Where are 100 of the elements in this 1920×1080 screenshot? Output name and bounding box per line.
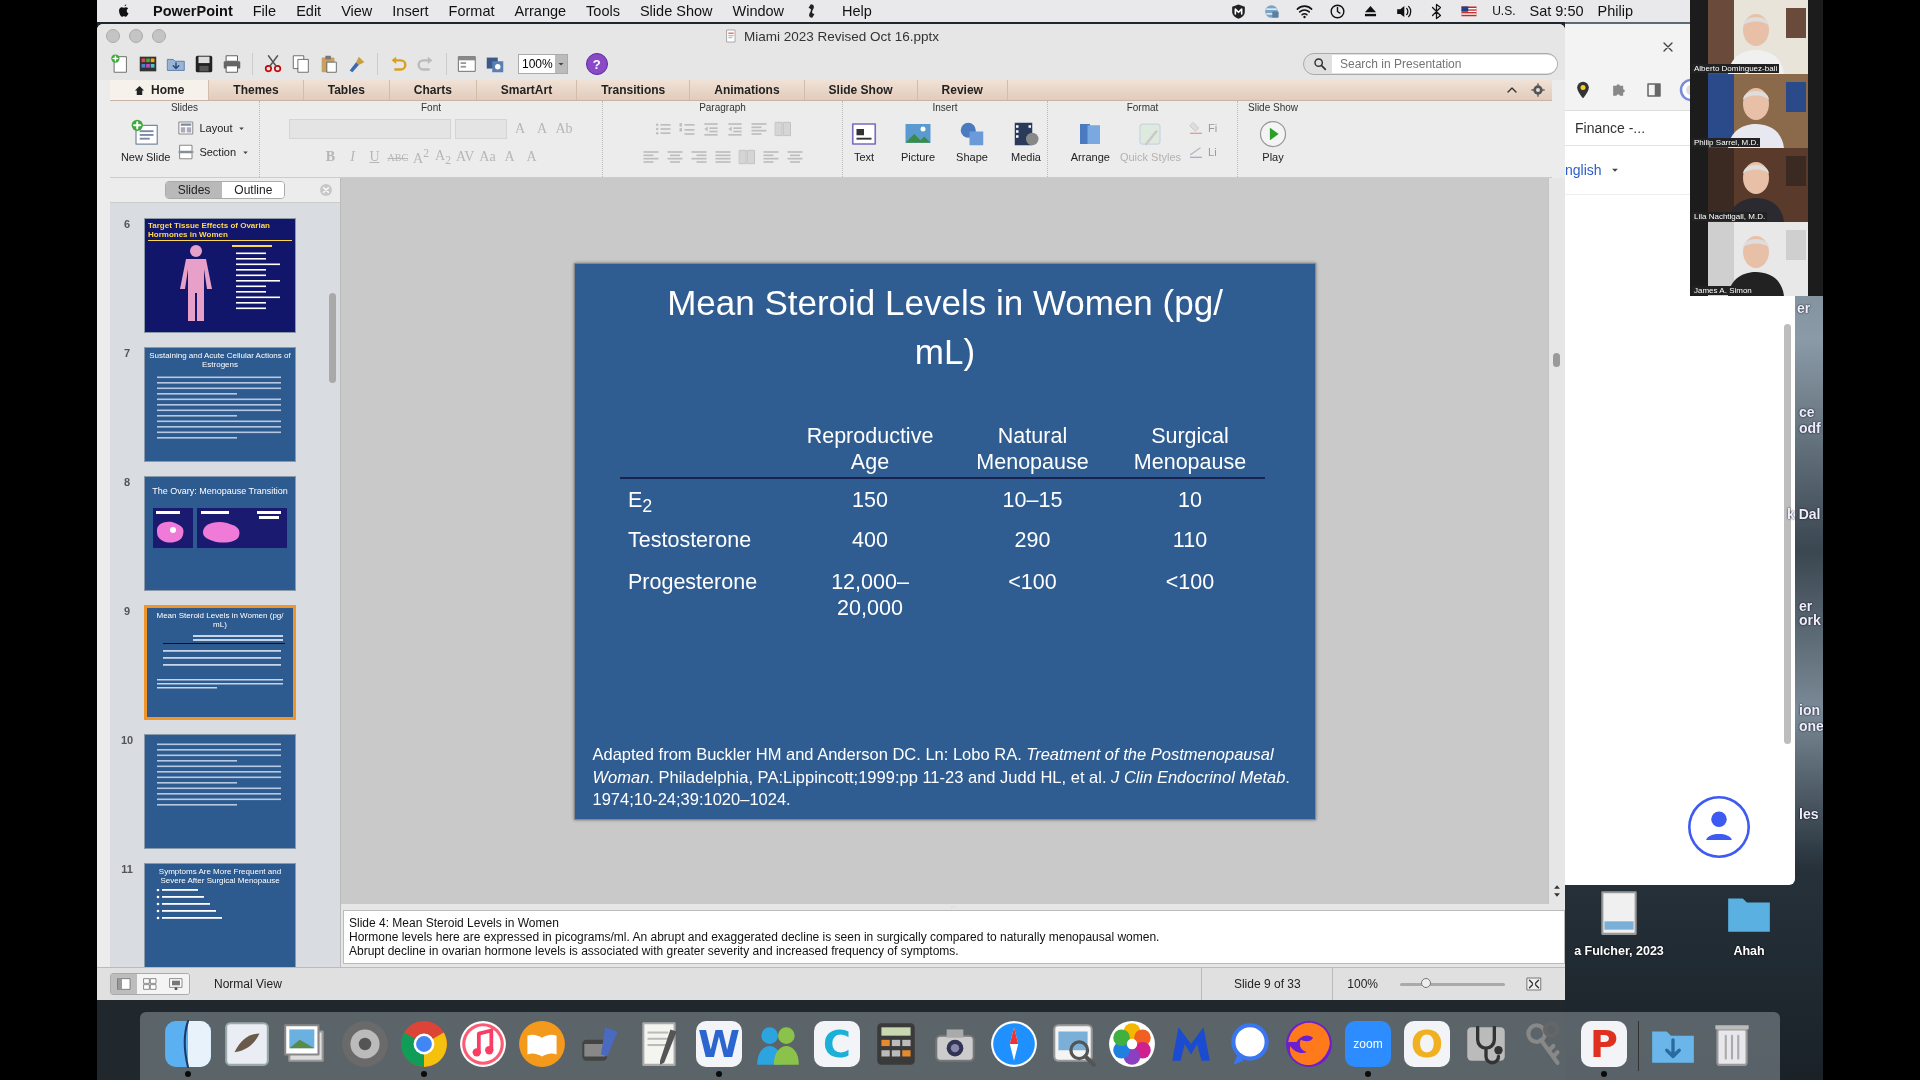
participant-name: James A. Simon [1692, 286, 1754, 295]
table-cell-text: 12,000–20,000 [830, 568, 910, 621]
desktop-label: er [1797, 300, 1811, 316]
slide-thumbnail[interactable]: The Ovary: Menopause Transition [144, 476, 296, 591]
app-icon[interactable]: W [696, 1021, 742, 1067]
ribbon-tab[interactable]: Review [917, 80, 1008, 100]
thumbnail-title: Symptoms Are More Frequent and Severe After Surgical Menopause [157, 867, 283, 886]
participant-name: Lila Nachtigall, M.D. [1692, 212, 1768, 221]
table-cell-text: 290 [1013, 526, 1052, 554]
language-link[interactable]: nglish [1565, 162, 1602, 178]
ribbon-tab[interactable]: Themes [209, 80, 304, 100]
format-button[interactable]: Arrange [1067, 117, 1113, 165]
slide-number: 9 [122, 605, 132, 617]
thumbnail-title: Mean Steroid Levels in Women (pg/ mL) [155, 611, 285, 630]
zoom-dropdown[interactable]: 100% [518, 54, 568, 74]
play-button[interactable]: Play [1255, 117, 1291, 165]
table-cell-text: 150 [851, 486, 889, 514]
thumbnail-title: Sustaining and Acute Cellular Actions of Estrogens [148, 351, 292, 370]
insert-button[interactable]: Picture [893, 117, 943, 165]
table-cell-text: 10–15 [1001, 486, 1064, 514]
group-title: Slide Show [1248, 101, 1298, 115]
view-name: Normal View [214, 977, 282, 991]
note-text: Slide 4: Mean Steroid Levels in Women [349, 916, 560, 930]
app-icon[interactable]: P [1581, 1021, 1627, 1067]
ribbon-tab[interactable]: Charts [389, 80, 477, 100]
slide-thumbnail[interactable]: Symptoms Are More Frequent and Severe After Surgical Menopause [144, 863, 296, 967]
row-label: E$_{2}$ [627, 486, 654, 518]
slide-counter: Slide 9 of 33 [1201, 968, 1334, 1000]
help-button[interactable]: ? [585, 53, 608, 75]
column-header: Reproductive Age [805, 422, 935, 475]
menu-item[interactable]: View [341, 3, 373, 19]
ribbon-tab[interactable]: Home [110, 80, 210, 100]
table-cell-text: 10 [1177, 486, 1203, 514]
section-button[interactable]: Section [177, 141, 252, 163]
participant-name: Philip Sarrel, M.D. [1692, 138, 1761, 147]
thumbnail-title: The Ovary: Menopause Transition [152, 485, 288, 497]
column-header: Natural Menopause [975, 422, 1090, 475]
ribbon-tab[interactable]: Tables [303, 80, 390, 100]
table-cell-text: <100 [1007, 568, 1058, 596]
slide-thumbnail[interactable]: Mean Steroid Levels in Women (pg/ mL) [144, 605, 296, 720]
app-menu[interactable]: PowerPoint [153, 3, 233, 19]
sidebar-tab[interactable]: Slides [165, 182, 223, 198]
table-cell-text: 400 [851, 526, 889, 554]
ribbon-tab[interactable]: Slide Show [804, 80, 918, 100]
row-label: Progesterone [627, 568, 759, 596]
desktop-label: one [1799, 718, 1823, 734]
new-slide-button[interactable]: New Slide [117, 117, 174, 165]
slide-number: 10 [119, 734, 135, 746]
menu-item[interactable]: Help [842, 3, 872, 19]
menu-item[interactable]: File [252, 3, 277, 19]
input-source[interactable]: U.S. [1492, 4, 1516, 18]
file-name: a Fulcher, 2023 [1574, 944, 1664, 958]
slide-number: 8 [122, 476, 132, 488]
menu-item[interactable]: Insert [392, 3, 429, 19]
sidebar-tab[interactable]: Outline [222, 182, 285, 198]
file-name: Ahah [1733, 944, 1765, 958]
desktop-label: ion [1799, 702, 1820, 718]
group-title: Insert [932, 101, 958, 115]
desktop-file[interactable]: a Fulcher, 2023 [1567, 888, 1671, 958]
window-title: Miami 2023 Revised Oct 16.pptx [743, 28, 940, 44]
insert-button[interactable]: Media [1001, 117, 1051, 165]
group-title: Paragraph [699, 101, 746, 115]
ribbon-tab[interactable]: SmartArt [476, 80, 578, 100]
desktop-label: ce [1799, 404, 1815, 420]
bookmark-link[interactable]: Finance -... [1575, 120, 1646, 136]
user-name[interactable]: Philip [1597, 3, 1633, 19]
ribbon-tab[interactable]: Animations [690, 80, 805, 100]
desktop-file[interactable]: Ahah [1697, 888, 1801, 958]
menu-item[interactable]: Arrange [514, 3, 567, 19]
desktop-label: odf [1799, 420, 1821, 436]
column-header: Surgical Menopause [1132, 422, 1248, 475]
slide-number: 11 [120, 863, 134, 875]
layout-button[interactable]: Layout [177, 117, 252, 139]
insert-button[interactable]: Text [839, 117, 889, 165]
row-label: Testosterone [627, 526, 753, 554]
slide-thumbnail[interactable]: Target Tissue Effects of Ovarian Hormones in Women [144, 218, 296, 333]
group-title: Slides [170, 101, 199, 115]
slide-title: Mean Steroid Levels in Women (pg/ mL) [666, 281, 1224, 373]
insert-button[interactable]: Shape [947, 117, 997, 165]
menu-item[interactable]: Edit [296, 3, 322, 19]
menu-item[interactable]: Slide Show [639, 3, 713, 19]
participant-name: Alberto Dominguez-bali [1692, 64, 1780, 73]
citation: Adapted from Buckler HM and Anderson DC. Ln: Lobo RA. Treatment of the Postmenopausal Woman. Philadelphia, PA:Lippincott;1999:pp 11-23 and Judd HL, et al. J Clin Endocrinol Metab. 1974;10-24;39:1020–1024. [591, 744, 1291, 810]
slide-thumbnail[interactable]: Sustaining and Acute Cellular Actions of Estrogens [144, 347, 296, 462]
desktop-label: les [1799, 806, 1819, 822]
desktop-label: ork [1799, 612, 1821, 628]
group-title: Format [1126, 101, 1159, 115]
ribbon-tab[interactable]: Transitions [577, 80, 691, 100]
thumbnail-title: Target Tissue Effects of Ovarian Hormones in Women [148, 222, 292, 241]
table-cell-text: <100 [1164, 568, 1216, 596]
note-text: Abrupt decline in ovarian hormone levels is associated with greater severity and increased frequency of symptoms. [349, 944, 960, 958]
menu-item[interactable]: Tools [586, 3, 620, 19]
menu-item[interactable]: Window [732, 3, 785, 19]
zoom-percent: 100% [1347, 977, 1378, 991]
slide-number: 7 [122, 347, 132, 359]
group-title: Font [421, 101, 441, 115]
clock[interactable]: Sat 9:50 [1529, 3, 1584, 19]
menu-item[interactable]: Format [448, 3, 495, 19]
slide-number: 6 [122, 218, 132, 230]
note-text: Hormone levels here are expressed in picograms/ml. An abrupt and exaggerated decline is seen in surgically compared to naturally menopausal women. [349, 930, 1161, 944]
